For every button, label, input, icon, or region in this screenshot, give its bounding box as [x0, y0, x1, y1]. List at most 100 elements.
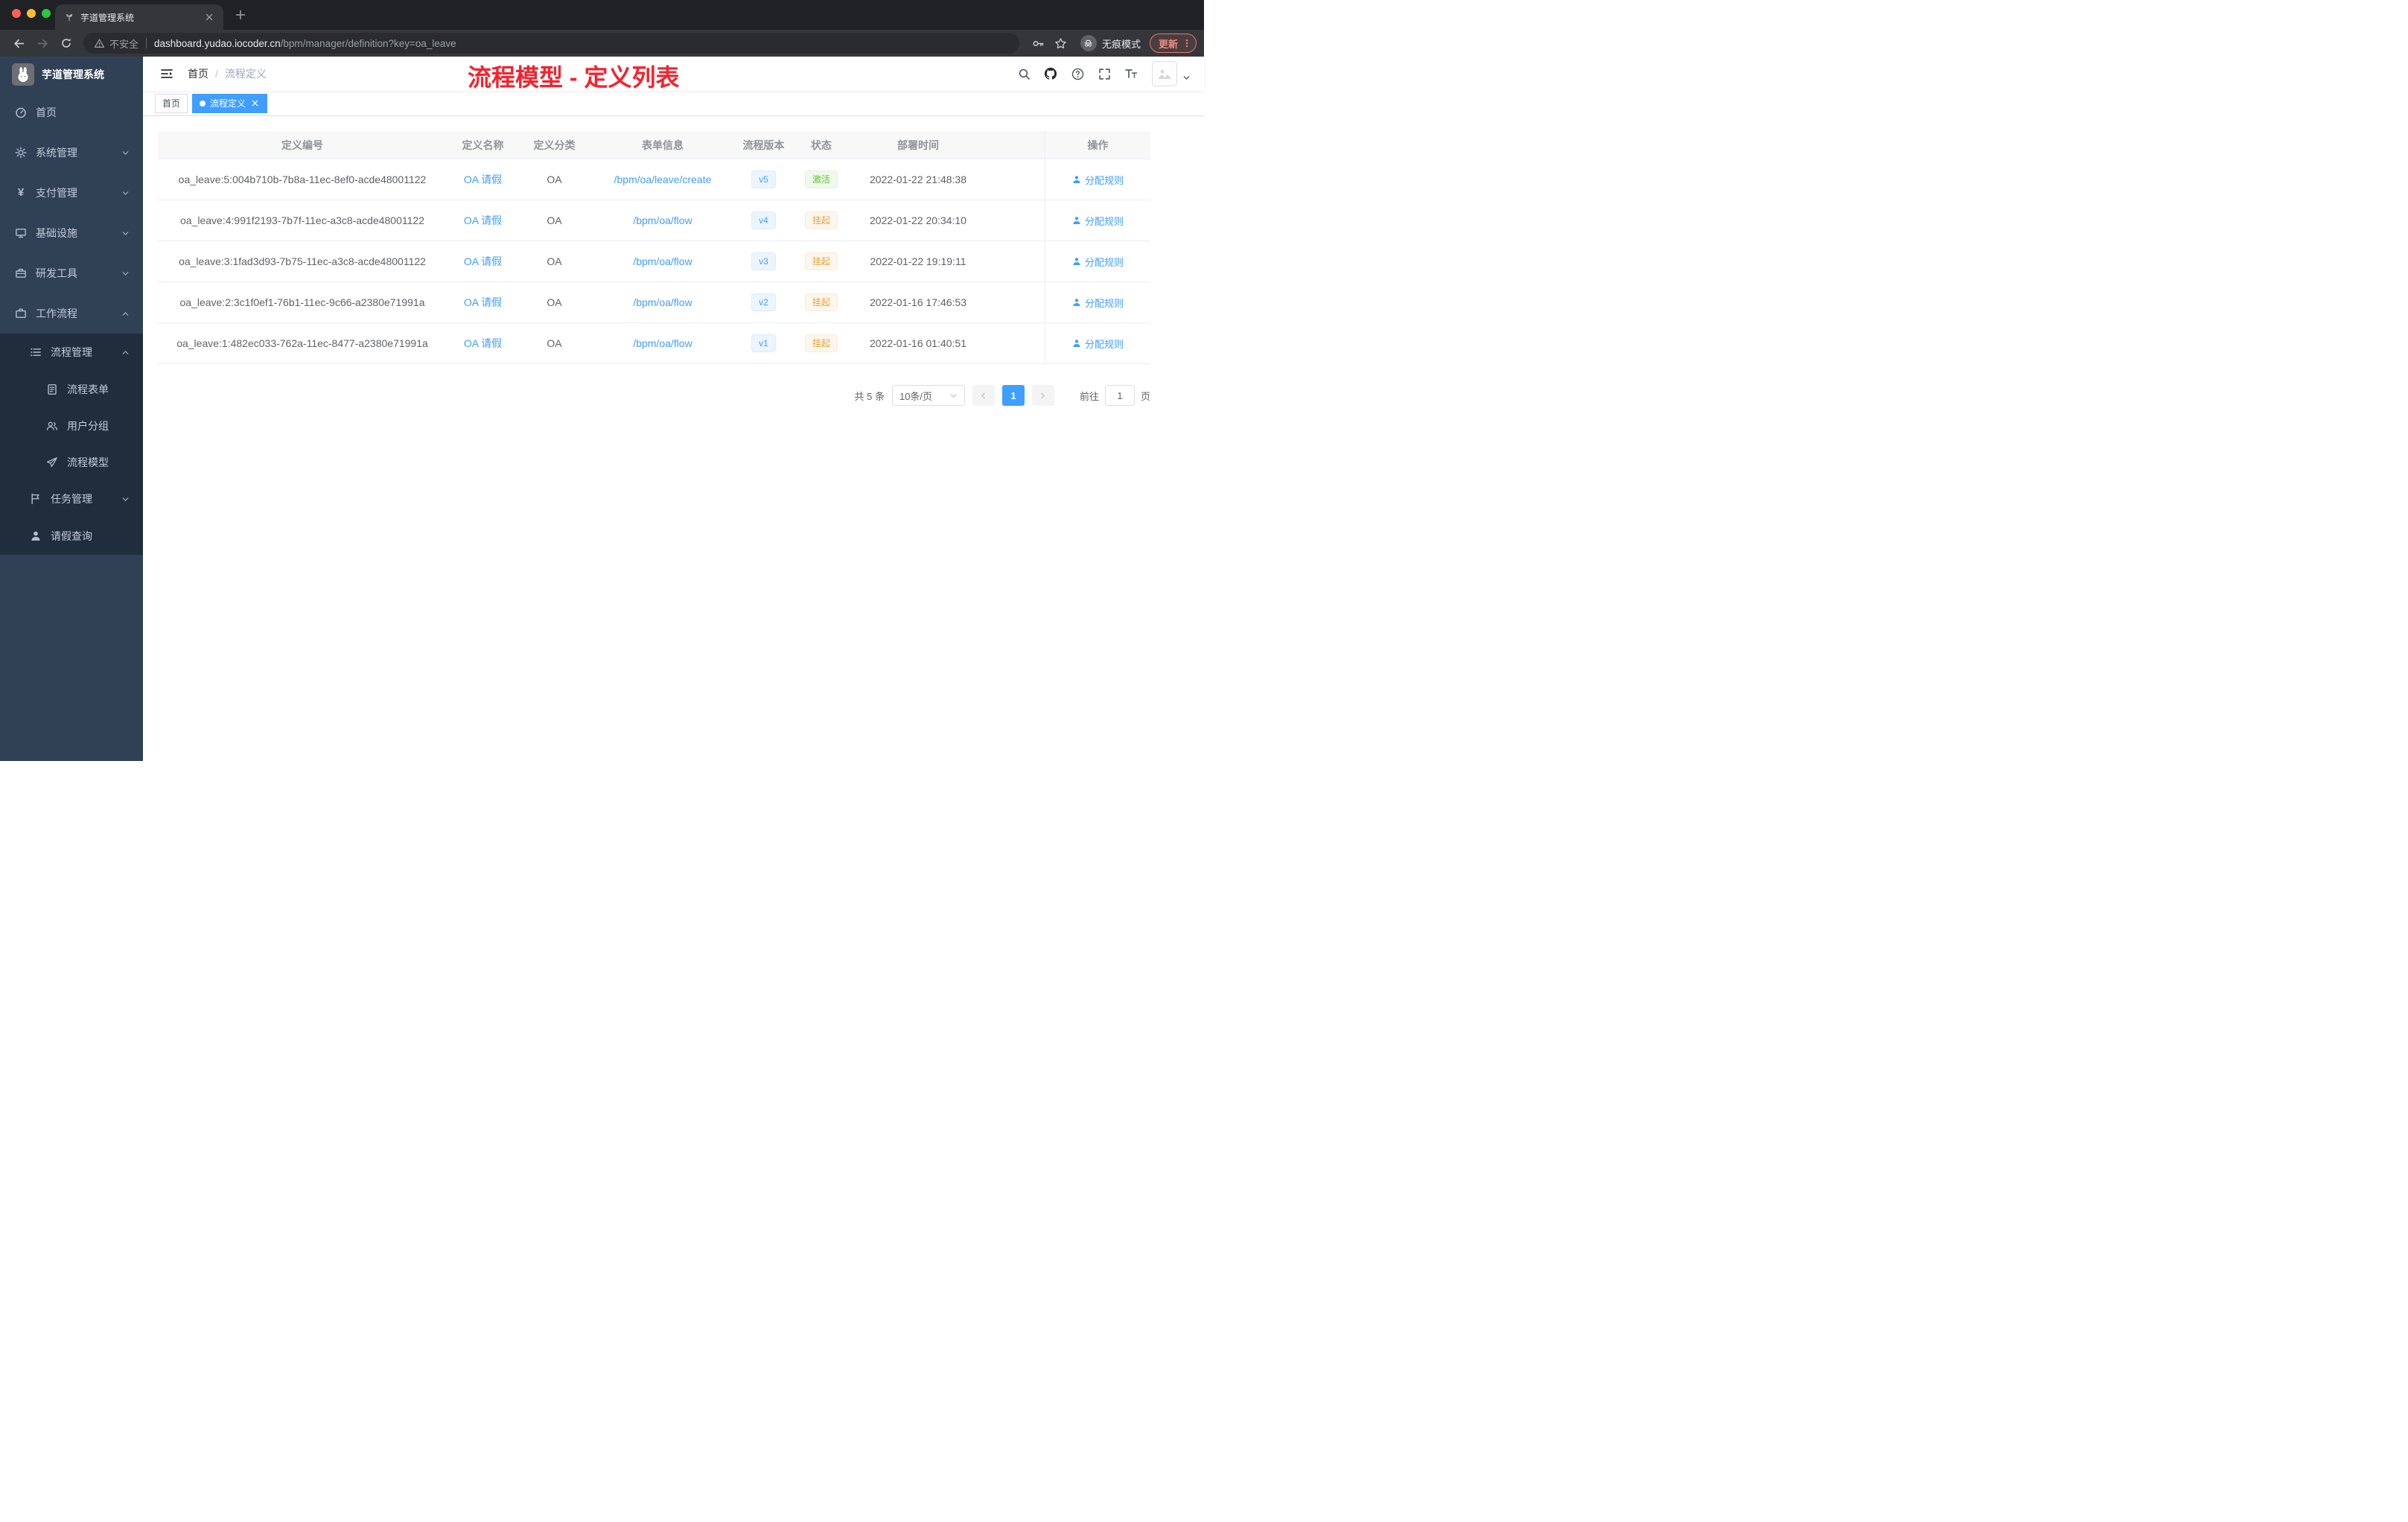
- prev-page-button[interactable]: [972, 385, 995, 406]
- definition-name-link[interactable]: OA 请假: [464, 214, 502, 226]
- reload-button[interactable]: [55, 32, 77, 54]
- sidebar-item-process-model[interactable]: 流程模型: [0, 444, 143, 480]
- sidebar-item-home[interactable]: 首页: [0, 92, 143, 133]
- app-navbar: 首页 / 流程定义 流程模型 - 定义列表: [143, 57, 1204, 91]
- active-dot-icon: [200, 100, 206, 106]
- cell-status: 激活: [791, 171, 851, 188]
- sidebar-item-workflow[interactable]: 工作流程: [0, 293, 143, 334]
- assign-rule-link[interactable]: 分配规则: [1072, 173, 1124, 187]
- tag-home[interactable]: 首页: [155, 93, 188, 113]
- avatar-caret-icon[interactable]: [1180, 71, 1192, 83]
- address-bar[interactable]: 不安全 dashboard.yudao.iocoder.cn/bpm/manag…: [83, 33, 1019, 54]
- sidebar-item-leave-query[interactable]: 请假查询: [0, 518, 143, 555]
- sidebar-item-system[interactable]: 系统管理: [0, 133, 143, 173]
- window-controls[interactable]: [12, 9, 51, 18]
- definition-name-link[interactable]: OA 请假: [464, 296, 502, 308]
- version-badge: v1: [751, 334, 776, 352]
- cell-category: OA: [547, 173, 562, 185]
- back-button[interactable]: [7, 32, 30, 54]
- version-badge: v2: [751, 293, 776, 311]
- form-link[interactable]: /bpm/oa/flow: [633, 296, 692, 308]
- page-content: 定义编号 定义名称 定义分类 表单信息 流程版本 状态 部署时间 操作 oa_l…: [143, 116, 1204, 406]
- cell-deploy-time: 2022-01-22 21:48:38: [870, 173, 966, 185]
- sidebar-item-process-form[interactable]: 流程表单: [0, 371, 143, 407]
- cell-version: v4: [736, 211, 791, 229]
- cell-actions: 分配规则: [1045, 241, 1150, 281]
- browser-tabstrip: 芋道管理系统: [0, 0, 1204, 30]
- password-key-icon[interactable]: [1028, 33, 1049, 54]
- sidebar-item-label: 首页: [36, 106, 57, 118]
- help-icon[interactable]: [1066, 62, 1089, 86]
- cell-form-info: /bpm/oa/leave/create: [590, 173, 736, 185]
- cell-deploy-time: 2022-01-22 20:34:10: [870, 214, 966, 226]
- forward-button[interactable]: [31, 32, 54, 54]
- next-page-button[interactable]: [1031, 385, 1054, 406]
- bookmark-star-icon[interactable]: [1051, 33, 1071, 54]
- person-icon: [1073, 299, 1080, 306]
- sidebar-item-devtools[interactable]: 研发工具: [0, 253, 143, 293]
- column-header: 部署时间: [897, 138, 939, 151]
- tab-close-icon[interactable]: [201, 9, 217, 25]
- sidebar-item-label: 用户分组: [67, 419, 109, 432]
- definition-table: 定义编号 定义名称 定义分类 表单信息 流程版本 状态 部署时间 操作 oa_l…: [158, 131, 1150, 364]
- form-link[interactable]: /bpm/oa/leave/create: [614, 173, 712, 185]
- fullscreen-icon[interactable]: [1092, 62, 1116, 86]
- user-avatar[interactable]: [1152, 61, 1177, 86]
- search-icon[interactable]: [1012, 62, 1036, 86]
- form-link[interactable]: /bpm/oa/flow: [633, 214, 692, 226]
- sidebar-item-label: 研发工具: [36, 267, 77, 279]
- browser-tab[interactable]: 芋道管理系统: [55, 4, 223, 30]
- version-badge: v4: [751, 211, 776, 229]
- form-link[interactable]: /bpm/oa/flow: [633, 255, 692, 267]
- tag-process-definition[interactable]: 流程定义: [192, 93, 268, 113]
- assign-rule-link[interactable]: 分配规则: [1072, 255, 1124, 269]
- security-chip[interactable]: 不安全: [94, 36, 138, 51]
- cell-category: OA: [547, 296, 562, 308]
- incognito-label: 无痕模式: [1101, 38, 1141, 50]
- person-icon: [31, 531, 40, 541]
- new-tab-button[interactable]: [232, 7, 249, 23]
- sidebar-logo[interactable]: 芋道管理系统: [0, 57, 143, 92]
- definition-name-link[interactable]: OA 请假: [464, 173, 502, 185]
- font-size-icon[interactable]: [1119, 62, 1143, 86]
- minimize-window-button[interactable]: [27, 9, 36, 18]
- assign-rule-link[interactable]: 分配规则: [1072, 296, 1124, 310]
- definition-name-link[interactable]: OA 请假: [464, 255, 502, 267]
- definition-name-link[interactable]: OA 请假: [464, 337, 502, 349]
- page-size-select[interactable]: 10条/页: [891, 385, 965, 406]
- person-icon: [1073, 258, 1080, 265]
- column-header: 操作: [1045, 131, 1150, 159]
- cell-status: 挂起: [791, 334, 851, 352]
- incognito-icon: [1080, 35, 1097, 51]
- page-number-button[interactable]: 1: [1001, 385, 1025, 406]
- maximize-window-button[interactable]: [42, 9, 51, 18]
- breadcrumb-home[interactable]: 首页: [188, 66, 208, 81]
- column-header: 定义分类: [533, 138, 576, 151]
- tag-close-icon[interactable]: [250, 98, 260, 108]
- sidebar-item-label: 流程模型: [67, 456, 109, 468]
- close-window-button[interactable]: [12, 9, 21, 18]
- sidebar-item-task-management[interactable]: 任务管理: [0, 480, 143, 518]
- assign-rule-link[interactable]: 分配规则: [1072, 214, 1124, 228]
- chevron-up-icon: [122, 350, 129, 354]
- github-icon[interactable]: [1039, 62, 1063, 86]
- tag-label: 首页: [162, 98, 181, 109]
- sidebar-item-payment[interactable]: ¥ 支付管理: [0, 173, 143, 213]
- chevron-down-icon: [122, 497, 129, 501]
- sidebar-item-label: 任务管理: [51, 493, 92, 505]
- assign-rule-link[interactable]: 分配规则: [1072, 337, 1124, 351]
- sidebar-item-user-group[interactable]: 用户分组: [0, 407, 143, 444]
- cell-actions: 分配规则: [1045, 159, 1150, 200]
- hamburger-icon[interactable]: [155, 62, 179, 86]
- form-link[interactable]: /bpm/oa/flow: [633, 337, 692, 349]
- breadcrumb-separator: /: [215, 68, 218, 80]
- sidebar-item-infrastructure[interactable]: 基础设施: [0, 213, 143, 253]
- browser-menu-icon[interactable]: [1182, 38, 1192, 48]
- sidebar-item-process-management[interactable]: 流程管理: [0, 334, 143, 371]
- url-text: dashboard.yudao.iocoder.cn/bpm/manager/d…: [154, 38, 456, 49]
- app-root: 芋道管理系统 首页 系统管理 ¥ 支付管理 基础设施 研发工具 工作流程 流程管…: [0, 57, 1204, 761]
- goto-page-input[interactable]: [1104, 385, 1135, 406]
- column-header: 定义编号: [281, 138, 323, 151]
- breadcrumb-current: 流程定义: [224, 68, 267, 80]
- browser-update-button[interactable]: 更新: [1149, 34, 1197, 53]
